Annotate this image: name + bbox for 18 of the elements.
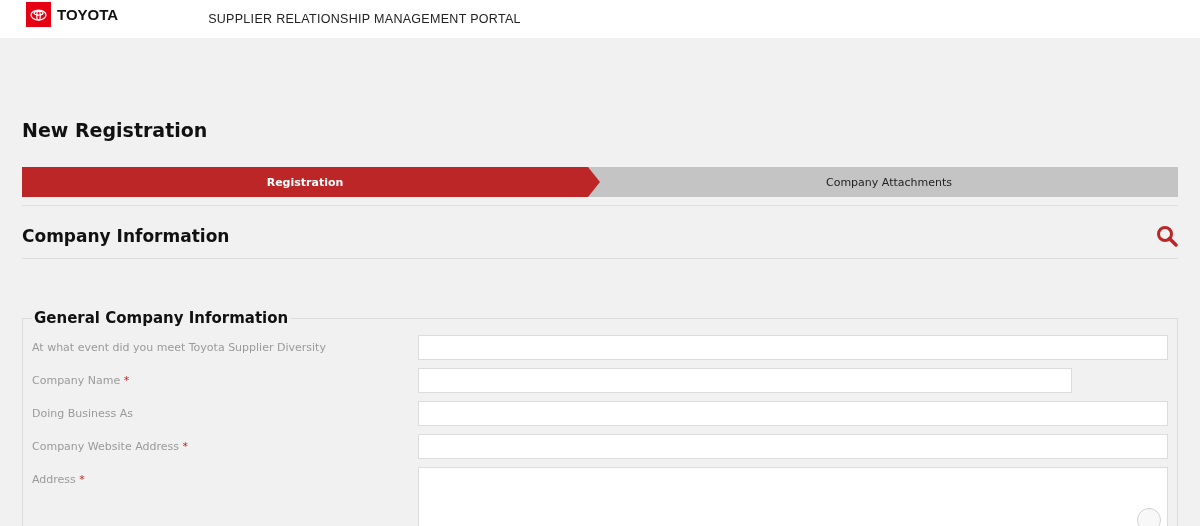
field-label: Doing Business As — [32, 406, 134, 422]
field-label: Address * — [32, 472, 86, 488]
field-label: Company Name * — [32, 373, 131, 389]
brand-name: TOYOTA — [57, 6, 119, 23]
fieldset-legend: General Company Information — [32, 309, 292, 327]
input-field[interactable] — [418, 368, 1072, 393]
step-tab[interactable]: Company Attachments — [600, 167, 1178, 197]
section-title: Company Information — [22, 226, 230, 246]
page-title: New Registration — [22, 118, 209, 143]
field-label: Company Website Address * — [32, 439, 189, 455]
address-field[interactable] — [418, 467, 1168, 526]
search-icon[interactable] — [1156, 225, 1178, 247]
input-field[interactable] — [418, 434, 1168, 459]
input-field[interactable] — [418, 401, 1168, 426]
field-label: At what event did you meet Toyota Supplier Diversity — [32, 340, 327, 356]
portal-title: SUPPLIER RELATIONSHIP MANAGEMENT PORTAL — [208, 12, 521, 26]
step-tab[interactable]: Registration — [22, 167, 600, 197]
input-field[interactable] — [418, 335, 1168, 360]
